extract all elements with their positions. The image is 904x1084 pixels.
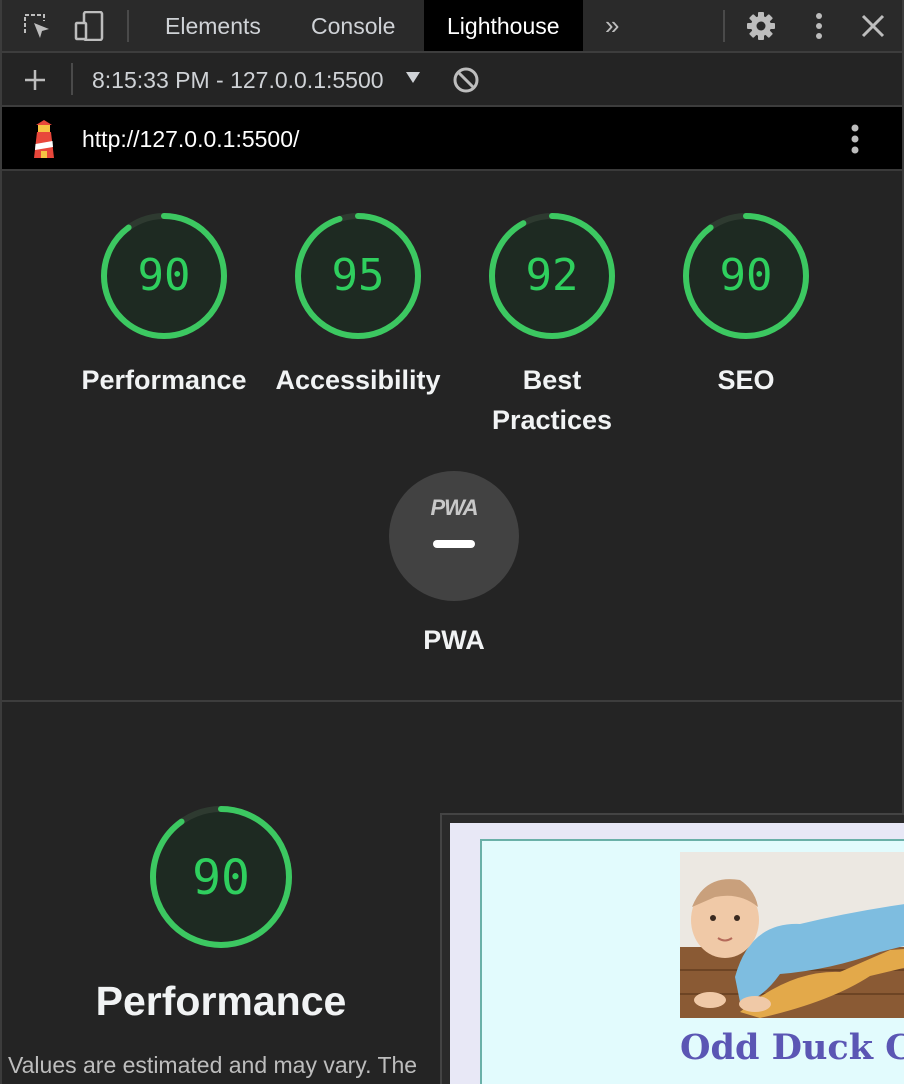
tab-lighthouse[interactable]: Lighthouse xyxy=(424,0,583,51)
performance-section-score: 90 xyxy=(192,850,250,906)
lighthouse-logo-icon xyxy=(28,120,60,160)
seo-label: SEO xyxy=(717,365,775,395)
pwa-logo-icon: PWA xyxy=(430,495,478,520)
accessibility-score: 95 xyxy=(331,250,385,301)
best-practices-score: 92 xyxy=(525,250,579,301)
report-selector[interactable]: 8:15:33 PM - 127.0.0.1:5500 xyxy=(92,53,384,105)
lighthouse-toolbar: 8:15:33 PM - 127.0.0.1:5500 xyxy=(2,53,902,107)
seo-score: 90 xyxy=(719,250,773,301)
pwa-label: PWA xyxy=(423,625,485,655)
pwa-not-applicable-dash xyxy=(433,540,475,548)
performance-label: Performance xyxy=(81,365,247,395)
best-practices-gauge[interactable]: 92 xyxy=(487,211,617,341)
toolbar-divider xyxy=(723,10,725,42)
add-icon[interactable] xyxy=(20,65,50,95)
section-divider xyxy=(2,700,902,702)
preview-page: Odd Duck Co xyxy=(450,823,904,1084)
final-screenshot-preview[interactable]: Odd Duck Co xyxy=(440,813,904,1084)
tab-elements[interactable]: Elements xyxy=(165,0,261,51)
baby-photo xyxy=(680,852,904,1018)
device-toolbar-icon[interactable] xyxy=(74,10,104,42)
best-practices-label-line1: Best xyxy=(522,365,582,395)
accessibility-gauge[interactable]: 95 xyxy=(293,211,423,341)
toolbar-divider xyxy=(127,10,129,42)
kebab-menu-icon[interactable] xyxy=(804,11,834,41)
tab-console[interactable]: Console xyxy=(311,0,395,51)
performance-section-title: Performance xyxy=(95,978,347,1024)
close-icon[interactable] xyxy=(858,11,888,41)
report-url: http://127.0.0.1:5500/ xyxy=(82,126,300,152)
lighthouse-devtools-panel: Elements Console Lighthouse » 8:15:33 PM… xyxy=(0,0,904,1084)
best-practices-label: Best Practices xyxy=(462,360,642,440)
performance-score: 90 xyxy=(137,250,191,301)
seo-gauge[interactable]: 90 xyxy=(681,211,811,341)
accessibility-label: Accessibility xyxy=(275,365,441,395)
preview-content-box: Odd Duck Co xyxy=(480,839,904,1084)
performance-section-description: Values are estimated and may vary. The xyxy=(8,1052,418,1078)
kebab-menu-icon[interactable] xyxy=(840,124,870,154)
preview-site-title: Odd Duck Co xyxy=(680,1027,904,1068)
gear-icon[interactable] xyxy=(746,11,776,41)
pwa-badge[interactable]: PWA xyxy=(389,471,519,601)
inspect-element-icon[interactable] xyxy=(22,11,52,41)
dropdown-caret-icon[interactable] xyxy=(406,72,420,83)
performance-gauge[interactable]: 90 xyxy=(99,211,229,341)
best-practices-label-line2: Practices xyxy=(491,405,613,435)
performance-big-gauge: 90 xyxy=(148,804,294,950)
toolbar-divider xyxy=(71,63,73,95)
devtools-tab-bar: Elements Console Lighthouse » xyxy=(2,0,902,53)
more-tabs-icon[interactable]: » xyxy=(605,0,619,51)
report-url-bar: http://127.0.0.1:5500/ xyxy=(2,107,902,171)
clear-icon[interactable] xyxy=(451,65,481,95)
